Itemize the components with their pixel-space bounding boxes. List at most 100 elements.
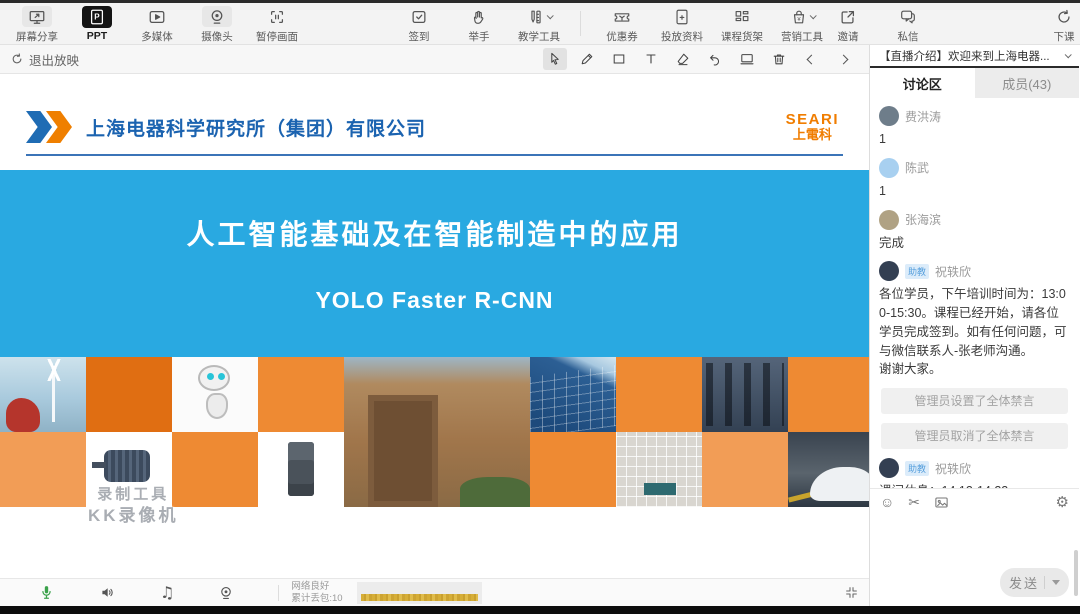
chat-message: 助教祝轶欣课间休息：14:12-14:22 <box>879 458 1070 488</box>
chat-message-list[interactable]: 费洪涛1陈武1张海滨完成助教祝轶欣各位学员，下午培训时间为：13:00-15:3… <box>870 98 1079 488</box>
avatar <box>879 158 899 178</box>
speaker-button[interactable] <box>99 584 116 601</box>
screen-share-button[interactable]: 屏幕分享 <box>14 3 60 44</box>
invite-button[interactable]: 邀请 <box>825 3 871 44</box>
collage-tile-orange <box>788 357 869 432</box>
message-composer: ☺ ✂ ⚙ 发送 <box>870 488 1079 606</box>
collage-tile-orange <box>702 432 788 507</box>
chevron-down-icon <box>546 12 553 19</box>
text-tool[interactable] <box>639 48 663 70</box>
ppt-icon: P <box>82 6 112 28</box>
network-sparkline <box>357 582 482 604</box>
whiteboard-tool[interactable] <box>735 48 759 70</box>
collage-tile-orange <box>0 432 86 507</box>
presentation-slide: 上海电器科学研究所（集团）有限公司 SEARI 上電科 人工智能基础及在智能制造… <box>0 74 869 578</box>
avatar <box>879 261 899 281</box>
music-button[interactable]: ♫ <box>160 583 174 602</box>
user-name: 费洪涛 <box>905 108 941 125</box>
undo-tool[interactable] <box>703 48 727 70</box>
microphone-button[interactable] <box>38 584 55 601</box>
collage-photo-institute-building <box>344 357 530 507</box>
message-text: 各位学员，下午培训时间为：13:00-15:30。课程已经开始，请各位学员完成签… <box>879 285 1070 379</box>
exit-slideshow-button[interactable]: 退出放映 <box>10 50 79 69</box>
teaching-tools-icon <box>521 6 558 27</box>
collage-tile-orange <box>616 357 702 432</box>
svg-text:¥: ¥ <box>797 17 801 23</box>
emoji-icon[interactable]: ☺ <box>880 494 894 510</box>
pause-screen-button[interactable]: 暂停画面 <box>254 3 300 44</box>
collage-photo-wind-turbine <box>0 357 86 432</box>
message-text: 1 <box>879 182 1070 201</box>
chat-message: 助教祝轶欣各位学员，下午培训时间为：13:00-15:30。课程已经开始，请各位… <box>879 261 1070 379</box>
network-status: 网络良好 累计丢包:10 <box>291 581 342 605</box>
pause-screen-icon <box>262 6 292 27</box>
assistant-badge: 助教 <box>905 264 929 279</box>
image-icon[interactable] <box>934 495 949 510</box>
user-name: 祝轶欣 <box>935 460 971 477</box>
direct-message-icon <box>893 6 923 27</box>
webcam-button[interactable] <box>218 585 234 601</box>
collage-tile-orange <box>172 432 258 507</box>
window-bottom-edge <box>0 606 1080 614</box>
scrollbar[interactable] <box>1074 550 1078 596</box>
materials-button[interactable]: 投放资料 <box>659 3 705 44</box>
course-shelf-button[interactable]: 课程货架 <box>719 3 765 44</box>
send-button[interactable]: 发送 <box>1000 568 1069 597</box>
live-notice-header[interactable]: 【直播介绍】欢迎来到上海电器... <box>870 45 1079 68</box>
toolbar-divider <box>580 11 581 36</box>
coupon-button[interactable]: 优惠券 <box>599 3 645 44</box>
screenshot-scissors-icon[interactable]: ✂ <box>908 494 920 511</box>
screen-share-icon <box>22 6 52 27</box>
user-name: 张海滨 <box>905 211 941 228</box>
chat-message: 张海滨完成 <box>879 210 1070 253</box>
svg-text:P: P <box>94 13 100 22</box>
title-banner: 人工智能基础及在智能制造中的应用 YOLO Faster R-CNN <box>0 170 869 357</box>
send-options-caret[interactable] <box>1052 580 1060 585</box>
raise-hand-icon <box>464 6 494 27</box>
collage-photo-electric-car <box>788 432 869 507</box>
trash-tool[interactable] <box>767 48 791 70</box>
status-bar: ♫ 网络良好 累计丢包:10 <box>0 578 869 606</box>
gear-icon[interactable]: ⚙ <box>1056 493 1069 511</box>
direct-message-button[interactable]: 私信 <box>885 3 931 44</box>
marketing-tools-icon: ¥ <box>784 6 821 27</box>
sidebar-tabs: 讨论区 成员(43) <box>870 68 1079 98</box>
system-message: 管理员设置了全体禁言 <box>881 388 1068 414</box>
invite-icon <box>833 6 863 27</box>
prev-page-button[interactable] <box>799 48 823 70</box>
camera-icon <box>202 6 232 27</box>
marketing-tools-button[interactable]: ¥ 营销工具 <box>779 3 825 44</box>
sign-in-button[interactable]: 签到 <box>396 3 442 44</box>
teaching-tools-button[interactable]: 教学工具 <box>516 3 562 44</box>
tab-discussion[interactable]: 讨论区 <box>870 68 975 98</box>
slide-toolbar: 退出放映 <box>0 45 869 74</box>
tab-members[interactable]: 成员(43) <box>975 68 1080 98</box>
avatar <box>879 210 899 230</box>
exit-slideshow-icon <box>10 52 24 66</box>
chevron-down-icon <box>809 12 816 19</box>
ppt-button[interactable]: P PPT <box>74 3 120 44</box>
rectangle-tool[interactable] <box>607 48 631 70</box>
chevron-down-icon <box>1065 51 1072 58</box>
collage-photo-electrical-equipment <box>702 357 788 432</box>
eraser-tool[interactable] <box>671 48 695 70</box>
end-class-button[interactable]: 下课 <box>1041 3 1080 44</box>
collapse-icon[interactable] <box>844 585 859 600</box>
recording-watermark: 录制工具 KK录像机 <box>88 486 179 526</box>
next-page-button[interactable] <box>831 48 855 70</box>
camera-button[interactable]: 摄像头 <box>194 3 240 44</box>
collage-tile-orange <box>86 357 172 432</box>
chat-sidebar: 【直播介绍】欢迎来到上海电器... 讨论区 成员(43) 费洪涛1陈武1张海滨完… <box>870 45 1079 606</box>
collage-photo-robot <box>172 357 258 432</box>
header-rule <box>26 154 843 156</box>
pen-tool[interactable] <box>575 48 599 70</box>
course-shelf-icon <box>727 6 757 27</box>
pointer-tool[interactable] <box>543 48 567 70</box>
photo-collage <box>0 357 869 507</box>
annotation-toolbar <box>543 48 855 70</box>
multimedia-button[interactable]: 多媒体 <box>134 3 180 44</box>
raise-hand-button[interactable]: 举手 <box>456 3 502 44</box>
collage-tile-orange <box>258 357 344 432</box>
sign-in-icon <box>404 6 434 27</box>
materials-icon <box>667 6 697 27</box>
